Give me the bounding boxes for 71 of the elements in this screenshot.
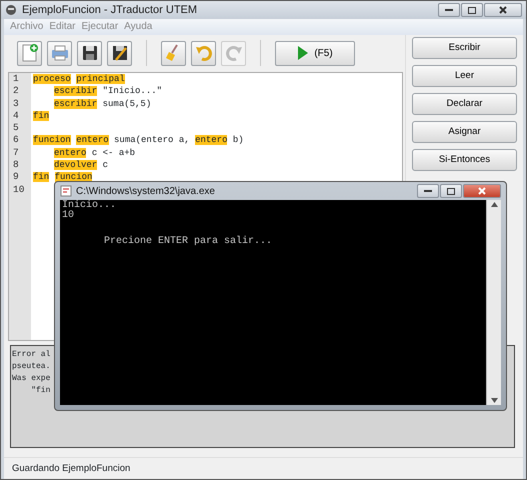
minimize-button[interactable] [417,184,439,198]
app-icon [5,4,17,16]
keyword-token: escribir [54,86,98,96]
console-output: 10 [62,211,76,221]
line-number: 1 [12,73,20,86]
printer-icon [50,43,70,63]
code-text: c [102,160,108,170]
command-button[interactable]: Si-Entonces [412,149,517,171]
maximize-button[interactable] [461,3,483,17]
line-number: 4 [12,110,20,122]
new-file-icon [20,43,40,63]
keyword-token: proceso [33,74,71,84]
keyword-token: entero [54,148,86,158]
keyword-token: escribir [54,98,98,109]
play-icon [297,45,310,61]
save-as-button[interactable] [107,40,132,66]
keyword-token: entero [195,135,228,146]
keyword-token: devolver [54,160,98,170]
maximize-button[interactable] [440,184,462,198]
line-number: 7 [12,146,20,160]
keyword-token: principal [76,74,125,84]
code-text: b) [232,135,244,146]
scroll-up-icon[interactable] [490,202,498,207]
command-button[interactable]: Asignar [412,121,517,143]
minimize-icon [445,9,453,11]
line-number: 9 [12,171,20,184]
undo-icon [194,43,214,63]
minimize-button[interactable] [438,3,460,17]
close-icon [478,187,486,195]
redo-icon [224,43,244,63]
console-output: Inicio... [62,201,118,211]
close-button[interactable] [484,3,522,17]
new-button[interactable] [17,40,42,66]
keyword-token: fin [33,110,50,121]
command-button[interactable]: Leer [412,65,517,87]
keyword-token: fin [33,172,50,182]
command-button[interactable]: Declarar [412,93,517,115]
keyword-token: entero [76,135,109,146]
maximize-icon [447,188,455,194]
code-text: suma(5,5) [102,98,152,109]
console-title: C:\Windows\system32\java.exe [76,184,215,198]
error-text: Was expe [12,373,52,385]
code-text: "Inicio..." [102,86,162,96]
keyword-token: funcion [54,172,92,182]
line-number: 2 [12,85,20,98]
line-number: 5 [12,122,20,134]
scroll-down-icon[interactable] [490,398,498,403]
error-text: Error al [12,349,52,361]
window-title: EjemploFuncion - JTraductor UTEM [22,2,198,18]
error-text: "fin [30,385,52,397]
print-button[interactable] [47,40,72,66]
line-number: 3 [12,98,20,110]
run-button[interactable]: (F5) [275,40,355,66]
close-button[interactable] [463,184,501,198]
console-prompt: Precione ENTER para salir... [104,237,274,247]
line-number: 8 [12,159,20,172]
line-number: 6 [12,134,20,147]
keyword-token: funcion [33,135,71,146]
status-text: Guardando EjemploFuncion [4,457,523,479]
code-text: suma(entero a, [114,135,190,146]
line-number: 10 [12,184,26,196]
error-text: pseutea. [12,361,52,373]
clean-button[interactable] [161,40,186,66]
save-button[interactable] [77,40,102,66]
minimize-icon [424,190,432,192]
command-button[interactable]: Escribir [412,37,517,59]
scrollbar[interactable] [486,200,501,405]
close-icon [499,6,507,14]
maximize-icon [468,6,476,14]
console-app-icon [60,185,72,197]
code-text: c <- a+b [92,148,136,158]
